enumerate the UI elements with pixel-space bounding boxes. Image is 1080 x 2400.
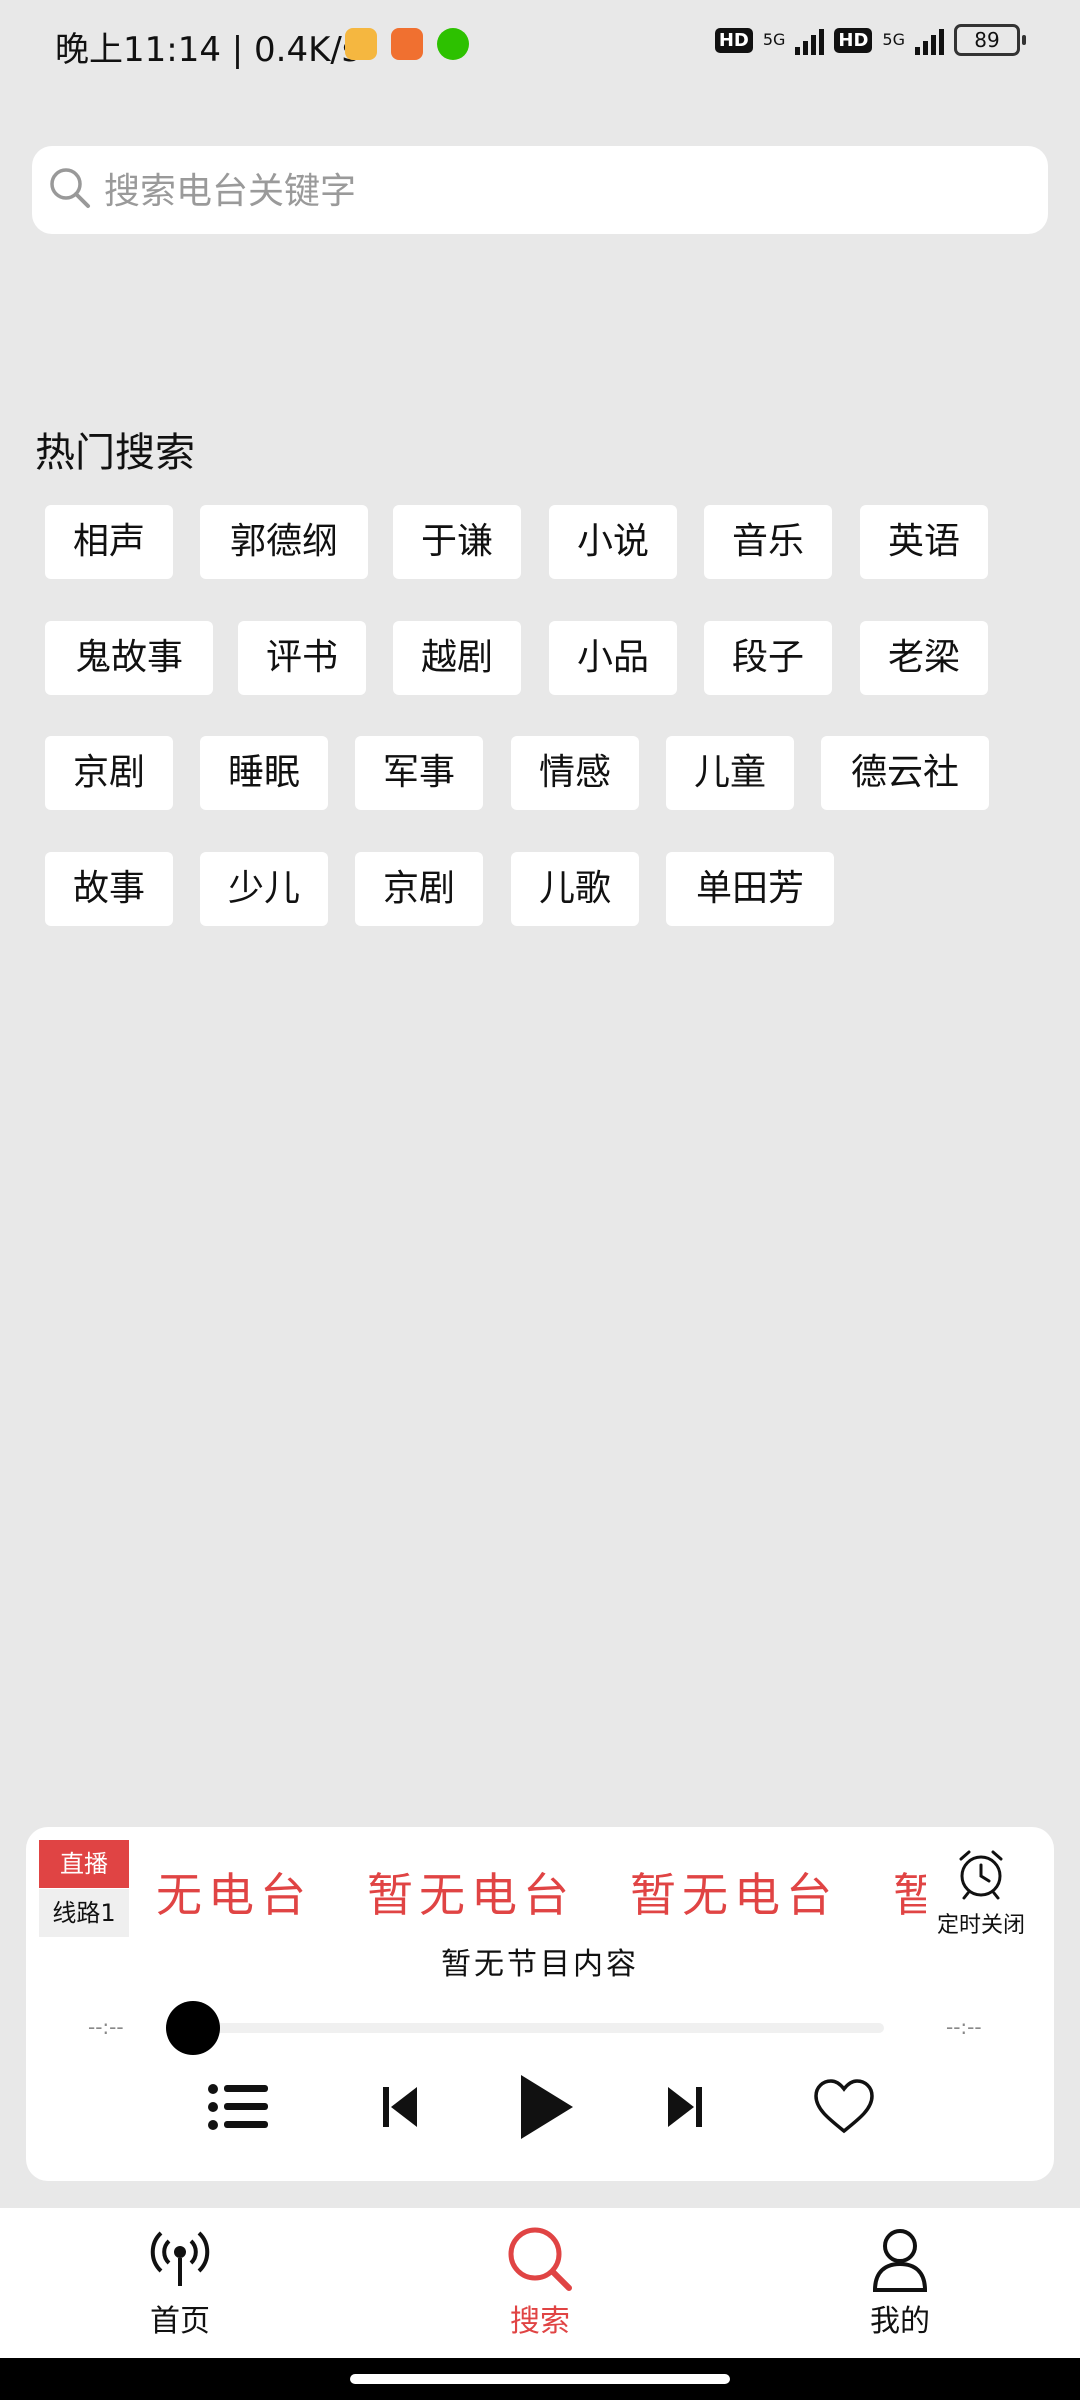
- hot-tag[interactable]: 小品: [549, 621, 677, 695]
- status-bar: 晚上11:14 | 0.4K/s HD 5G HD 5G 89: [0, 0, 1080, 90]
- nav-search-label: 搜索: [510, 2304, 570, 2339]
- hot-tag[interactable]: 情感: [511, 736, 639, 810]
- gesture-bar: [0, 2358, 1080, 2400]
- list-icon: [208, 2084, 268, 2130]
- previous-button[interactable]: [371, 2077, 431, 2137]
- sleep-timer-button[interactable]: 定时关闭: [926, 1845, 1036, 1939]
- skip-previous-icon: [383, 2087, 417, 2127]
- marquee-text: 无电台: [156, 1868, 312, 1919]
- marquee-text: 暂: [893, 1868, 926, 1919]
- status-app-icons: [345, 28, 469, 60]
- hot-tag[interactable]: 京剧: [45, 736, 173, 810]
- search-icon: [50, 168, 90, 208]
- wechat-app-icon: [437, 28, 469, 60]
- next-button[interactable]: [654, 2077, 714, 2137]
- hot-tag[interactable]: 故事: [45, 852, 173, 926]
- hot-tag[interactable]: 军事: [355, 736, 483, 810]
- hot-tag[interactable]: 相声: [45, 505, 173, 579]
- nav-home-label: 首页: [150, 2304, 210, 2339]
- notes-app-icon: [345, 28, 377, 60]
- line-selector[interactable]: 线路1: [39, 1889, 129, 1937]
- home-indicator[interactable]: [350, 2374, 730, 2384]
- hot-tag[interactable]: 鬼故事: [45, 621, 213, 695]
- skip-next-icon: [668, 2087, 702, 2127]
- playlist-button[interactable]: [204, 2077, 274, 2137]
- battery-icon: 89: [954, 24, 1026, 56]
- hot-tag[interactable]: 英语: [860, 505, 988, 579]
- hot-tag[interactable]: 京剧: [355, 852, 483, 926]
- player-card: 直播 线路1 无电台 暂无电台 暂无电台 暂 定时关闭 暂无节目内容 --:-- --…: [26, 1827, 1054, 2181]
- favorite-button[interactable]: [811, 2077, 877, 2137]
- program-title: 暂无节目内容: [441, 1947, 639, 1982]
- hd-icon: HD: [834, 27, 873, 53]
- hot-tag[interactable]: 段子: [704, 621, 832, 695]
- progress-thumb[interactable]: [166, 2001, 220, 2055]
- hot-tag[interactable]: 儿歌: [511, 852, 639, 926]
- hot-tag[interactable]: 于谦: [393, 505, 521, 579]
- nav-home[interactable]: 首页: [80, 2208, 280, 2358]
- search-icon: [508, 2227, 572, 2291]
- network-type: 5G: [882, 30, 905, 49]
- signal-icon: [795, 25, 825, 55]
- total-time: --:--: [946, 2015, 982, 2039]
- hot-tag[interactable]: 单田芳: [666, 852, 834, 926]
- station-marquee: 无电台 暂无电台 暂无电台 暂: [156, 1859, 926, 1919]
- hot-tag[interactable]: 少儿: [200, 852, 328, 926]
- timer-label: 定时关闭: [936, 1913, 1025, 1938]
- alarm-clock-icon: [959, 1850, 1003, 1900]
- hot-search-title: 热门搜索: [35, 430, 195, 476]
- hot-tag[interactable]: 德云社: [821, 736, 989, 810]
- broadcast-icon: [150, 2231, 210, 2286]
- nav-mine[interactable]: 我的: [800, 2208, 1000, 2358]
- play-button[interactable]: [503, 2069, 583, 2145]
- hot-tag[interactable]: 睡眠: [200, 736, 328, 810]
- hot-tag[interactable]: 儿童: [666, 736, 794, 810]
- bottom-nav: 首页 搜索 我的: [0, 2208, 1080, 2358]
- marquee-text: 暂无电台: [630, 1868, 838, 1919]
- marquee-text: 暂无电台: [367, 1868, 575, 1919]
- hot-tag[interactable]: 音乐: [704, 505, 832, 579]
- status-indicators: HD 5G HD 5G 89: [714, 24, 1026, 56]
- hd-icon: HD: [714, 27, 753, 53]
- elapsed-time: --:--: [88, 2015, 124, 2039]
- live-badge: 直播: [39, 1840, 129, 1888]
- search-bar[interactable]: [32, 146, 1048, 236]
- progress-track[interactable]: [194, 2023, 884, 2033]
- heart-icon: [814, 2079, 874, 2134]
- signal-icon: [915, 25, 944, 55]
- network-type: 5G: [762, 30, 786, 49]
- shop-app-icon: [391, 28, 423, 60]
- hot-tag[interactable]: 老梁: [860, 621, 988, 695]
- hot-tag[interactable]: 评书: [238, 621, 366, 695]
- user-icon: [872, 2229, 928, 2292]
- hot-tag[interactable]: 郭德纲: [200, 505, 368, 579]
- nav-search[interactable]: 搜索: [440, 2208, 640, 2358]
- search-input[interactable]: [102, 146, 1006, 236]
- hot-tag[interactable]: 越剧: [393, 621, 521, 695]
- nav-mine-label: 我的: [870, 2304, 930, 2339]
- status-time: 晚上11:14 | 0.4K/s: [55, 30, 360, 70]
- hot-tag[interactable]: 小说: [549, 505, 677, 579]
- play-icon: [521, 2075, 573, 2139]
